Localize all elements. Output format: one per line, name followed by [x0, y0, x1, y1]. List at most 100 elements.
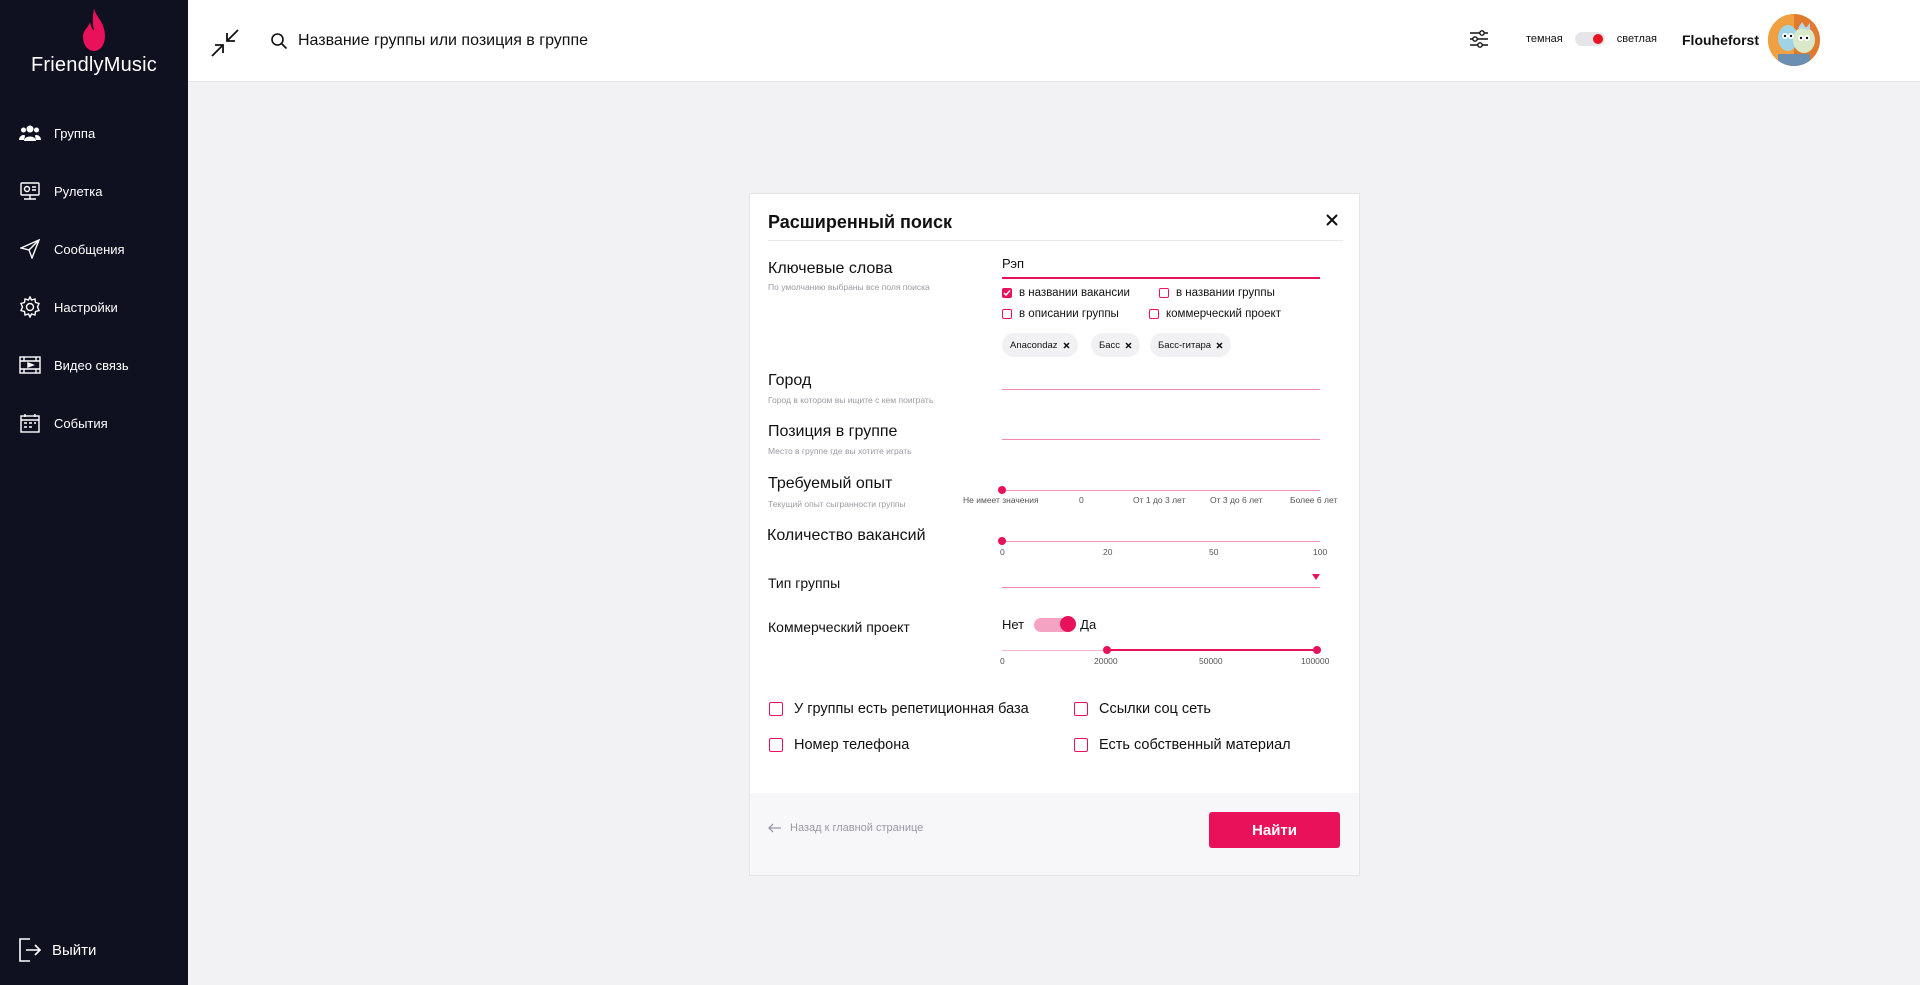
- users-icon: [18, 121, 42, 145]
- back-link[interactable]: Назад к главной странице: [768, 822, 923, 834]
- tick-label: 50000: [1199, 656, 1223, 666]
- phone-number-checkbox[interactable]: Номер телефона: [769, 737, 909, 753]
- tick-label: 50: [1209, 547, 1219, 557]
- flame-icon: [83, 8, 105, 51]
- sidebar-item-video[interactable]: Видео связь: [0, 336, 188, 394]
- city-input[interactable]: [1002, 389, 1320, 390]
- collapse-button[interactable]: [210, 28, 240, 58]
- sliders-icon: [1470, 30, 1488, 48]
- logo-text: FriendlyMusic: [31, 54, 157, 76]
- filter-button[interactable]: [1468, 28, 1490, 55]
- chip-remove-icon[interactable]: [1216, 341, 1223, 349]
- chip-remove-icon[interactable]: [1063, 341, 1070, 349]
- kw-option-vacancy-name[interactable]: в названии вакансии: [1002, 287, 1130, 299]
- video-icon: [18, 353, 42, 377]
- group-type-select[interactable]: [1002, 587, 1320, 588]
- experience-slider-knob[interactable]: [998, 486, 1006, 494]
- back-link-label: Назад к главной странице: [790, 822, 924, 834]
- kw-option-commercial[interactable]: коммерческий проект: [1149, 308, 1281, 320]
- keyword-chip: Басс: [1091, 333, 1141, 357]
- experience-label: Требуемый опыт: [768, 475, 893, 492]
- roulette-icon: [18, 179, 42, 203]
- tick-label: 100000: [1301, 656, 1330, 666]
- sidebar-item-label: Сообщения: [54, 241, 125, 257]
- vacancies-slider[interactable]: [1002, 541, 1320, 542]
- header-divider: [768, 240, 1343, 241]
- checkbox[interactable]: [1074, 702, 1088, 716]
- tick-label: Более 6 лет: [1290, 495, 1338, 505]
- checkbox[interactable]: [1149, 309, 1159, 319]
- checkbox[interactable]: [1002, 309, 1012, 319]
- city-label: Город: [768, 372, 812, 389]
- arrow-left-icon: [768, 823, 781, 833]
- commercial-no-label: Нет: [1002, 617, 1025, 632]
- chip-remove-icon[interactable]: [1125, 341, 1132, 349]
- check-icon: [1003, 290, 1011, 297]
- sidebar-item-label: Группа: [54, 125, 96, 141]
- logo[interactable]: FriendlyMusic: [0, 8, 188, 77]
- sidebar-item-roulette[interactable]: Рулетка: [0, 162, 188, 220]
- keyword-chip: Басс-гитара: [1150, 333, 1232, 357]
- checkbox-label: в названии группы: [1176, 287, 1275, 299]
- search-input[interactable]: [298, 32, 858, 50]
- username[interactable]: Flouheforst: [1682, 32, 1759, 48]
- rehearsal-base-checkbox[interactable]: У группы есть репетиционная база: [769, 701, 1029, 717]
- find-button[interactable]: Найти: [1209, 812, 1340, 848]
- checkbox-label: коммерческий проект: [1166, 308, 1281, 320]
- sidebar-item-label: Настройки: [54, 299, 118, 315]
- tick-label: 0: [1000, 656, 1005, 666]
- keywords-input[interactable]: Рэп: [1002, 256, 1024, 271]
- close-button[interactable]: [1322, 210, 1342, 230]
- experience-slider[interactable]: [1002, 490, 1320, 491]
- kw-option-group-name[interactable]: в названии группы: [1159, 287, 1275, 299]
- checkbox-label: в описании группы: [1019, 308, 1119, 320]
- position-input[interactable]: [1002, 439, 1320, 440]
- checkbox-label: Есть собственный материал: [1099, 737, 1291, 753]
- calendar-icon: [18, 411, 42, 435]
- sidebar: FriendlyMusic Группа Рулетка Сообщения Н…: [0, 0, 188, 985]
- city-hint: Город в котором вы ищите с кем поиграть: [768, 395, 934, 405]
- checkbox[interactable]: [769, 702, 783, 716]
- budget-range-min-knob[interactable]: [1103, 646, 1111, 654]
- checkbox-label: в названии вакансии: [1019, 287, 1130, 299]
- sidebar-item-messages[interactable]: Сообщения: [0, 220, 188, 278]
- commercial-toggle[interactable]: [1034, 615, 1077, 632]
- avatar[interactable]: [1768, 14, 1820, 66]
- tick-label: Не имеет значения: [963, 495, 1039, 505]
- position-label: Позиция в группе: [768, 423, 898, 440]
- social-links-checkbox[interactable]: Ссылки соц сеть: [1074, 701, 1211, 717]
- tick-label: 20000: [1094, 656, 1118, 666]
- chip-label: Басс: [1099, 339, 1121, 351]
- sidebar-item-events[interactable]: События: [0, 394, 188, 452]
- sidebar-item-settings[interactable]: Настройки: [0, 278, 188, 336]
- checkbox[interactable]: [769, 738, 783, 752]
- theme-toggle[interactable]: [1574, 32, 1605, 46]
- budget-range-max-knob[interactable]: [1313, 646, 1321, 654]
- keyword-chip: Anacondaz: [1002, 333, 1078, 357]
- vacancies-slider-knob[interactable]: [998, 537, 1006, 545]
- theme-toggle-knob: [1592, 34, 1603, 44]
- sidebar-nav: Группа Рулетка Сообщения Настройки Видео…: [0, 104, 188, 452]
- commercial-toggle-knob: [1060, 615, 1077, 632]
- checkbox-checked[interactable]: [1002, 288, 1012, 298]
- keywords-input-underline: [1002, 277, 1320, 279]
- send-icon: [18, 237, 42, 261]
- position-hint: Место в группе где вы хотите играть: [768, 446, 912, 456]
- commercial-yes-label: Да: [1080, 617, 1097, 632]
- logout-button[interactable]: Выйти: [18, 937, 96, 963]
- kw-option-group-description[interactable]: в описании группы: [1002, 308, 1119, 320]
- tick-label: 100: [1313, 547, 1328, 557]
- tick-label: От 1 до 3 лет: [1133, 495, 1186, 505]
- checkbox[interactable]: [1074, 738, 1088, 752]
- sidebar-item-label: Видео связь: [54, 357, 129, 373]
- sidebar-item-group[interactable]: Группа: [0, 104, 188, 162]
- checkbox-label: У группы есть репетиционная база: [794, 701, 1029, 717]
- theme-dark-label: темная: [1526, 33, 1563, 45]
- advanced-search-modal: Расширенный поиск Ключевые слова По умол…: [749, 193, 1360, 876]
- theme-light-label: светлая: [1616, 33, 1658, 45]
- own-material-checkbox[interactable]: Есть собственный материал: [1074, 737, 1291, 753]
- checkbox[interactable]: [1159, 288, 1169, 298]
- chevron-down-icon[interactable]: [1312, 574, 1320, 580]
- tick-label: 0: [1000, 547, 1005, 557]
- experience-hint: Текущий опыт сыгранности группы: [768, 499, 906, 509]
